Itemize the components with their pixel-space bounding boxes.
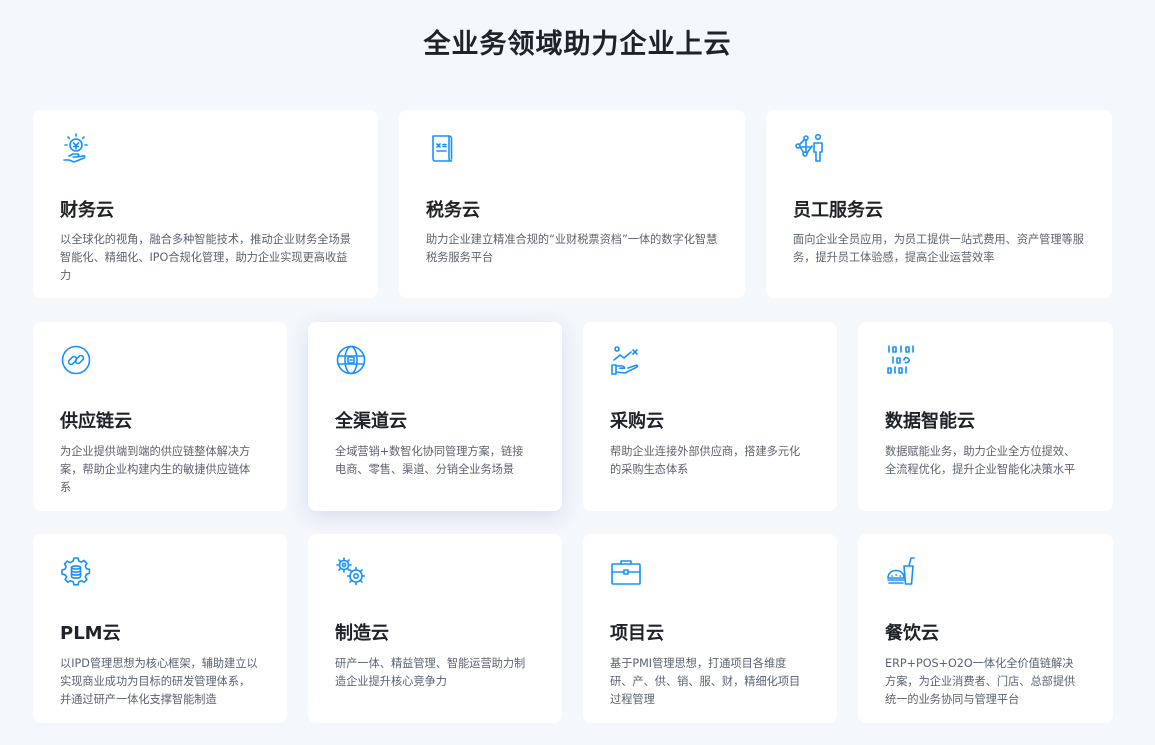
card-title: 制造云 [335,623,389,644]
card-omnichannel-cloud[interactable]: 全渠道云 全域营销+数智化协同管理方案，链接电商、零售、渠道、分销全业务场景 [308,322,562,511]
card-title: 餐饮云 [885,623,939,644]
card-title: 员工服务云 [793,200,883,221]
card-project-cloud[interactable]: 项目云 基于PMI管理思想，打通项目各维度研、产、供、销、服、财，精细化项目过程… [583,534,837,723]
supply-chain-link-icon [60,344,92,376]
card-description: 以IPD管理思想为核心框架，辅助建立以实现商业成功为目标的研发管理体系，并通过研… [60,657,258,706]
database-gear-icon [60,556,92,588]
finance-coin-hand-icon [60,132,92,164]
card-description: 帮助企业连接外部供应商，搭建多元化的采购生态体系 [610,445,801,476]
gears-icon [335,556,367,588]
card-procurement-cloud[interactable]: 采购云 帮助企业连接外部供应商，搭建多元化的采购生态体系 [583,322,837,511]
card-tax-cloud[interactable]: 税务云 助力企业建立精准合规的“业财税票资档”一体的数字化智慧税务服务平台 [399,110,745,298]
card-description: 面向企业全员应用，为员工提供一站式费用、资产管理等服务，提升员工体验感，提高企业… [793,233,1084,264]
card-title: 供应链云 [60,411,132,432]
card-supply-chain-cloud[interactable]: 供应链云 为企业提供端到端的供应链整体解决方案，帮助企业构建内生的敏捷供应链体系 [33,322,287,511]
card-title: 采购云 [610,411,664,432]
card-catering-cloud[interactable]: 餐饮云 ERP+POS+O2O一体化全价值链解决方案，为企业消费者、门店、总部提… [858,534,1113,723]
card-description: 全域营销+数智化协同管理方案，链接电商、零售、渠道、分销全业务场景 [335,445,524,476]
page-title: 全业务领域助力企业上云 [423,29,732,60]
card-finance-cloud[interactable]: 财务云 以全球化的视角，融合多种智能技术，推动企业财务全场景智能化、精细化、IP… [33,110,378,298]
binary-data-icon [885,344,917,376]
card-title: PLM云 [60,623,121,644]
omnichannel-globe-icon [335,344,367,376]
card-title: 全渠道云 [335,411,407,432]
procurement-hand-chart-icon [610,344,642,376]
card-employee-service-cloud[interactable]: 员工服务云 面向企业全员应用，为员工提供一站式费用、资产管理等服务，提升员工体验… [766,110,1112,298]
card-description: 数据赋能业务，助力企业全方位提效、全流程优化，提升企业智能化决策水平 [885,445,1076,476]
card-title: 数据智能云 [885,411,975,432]
card-title: 税务云 [426,200,480,221]
card-description: 研产一体、精益管理、智能运营助力制造企业提升核心竞争力 [335,657,526,688]
card-title: 财务云 [60,200,114,221]
card-title: 项目云 [610,623,664,644]
tax-receipt-icon [426,132,458,164]
employee-network-icon [793,132,825,164]
card-description: 基于PMI管理思想，打通项目各维度研、产、供、销、服、财，精细化项目过程管理 [610,657,801,706]
project-briefcase-icon [610,556,642,588]
card-description: 以全球化的视角，融合多种智能技术，推动企业财务全场景智能化、精细化、IPO合规化… [60,233,351,282]
catering-food-drink-icon [885,556,917,588]
card-plm-cloud[interactable]: PLM云 以IPD管理思想为核心框架，辅助建立以实现商业成功为目标的研发管理体系… [33,534,287,723]
card-description: 助力企业建立精准合规的“业财税票资档”一体的数字化智慧税务服务平台 [426,233,718,264]
card-data-intelligence-cloud[interactable]: 数据智能云 数据赋能业务，助力企业全方位提效、全流程优化，提升企业智能化决策水平 [858,322,1113,511]
card-manufacturing-cloud[interactable]: 制造云 研产一体、精益管理、智能运营助力制造企业提升核心竞争力 [308,534,562,723]
card-description: 为企业提供端到端的供应链整体解决方案，帮助企业构建内生的敏捷供应链体系 [60,445,251,494]
card-description: ERP+POS+O2O一体化全价值链解决方案，为企业消费者、门店、总部提供统一的… [885,657,1076,706]
